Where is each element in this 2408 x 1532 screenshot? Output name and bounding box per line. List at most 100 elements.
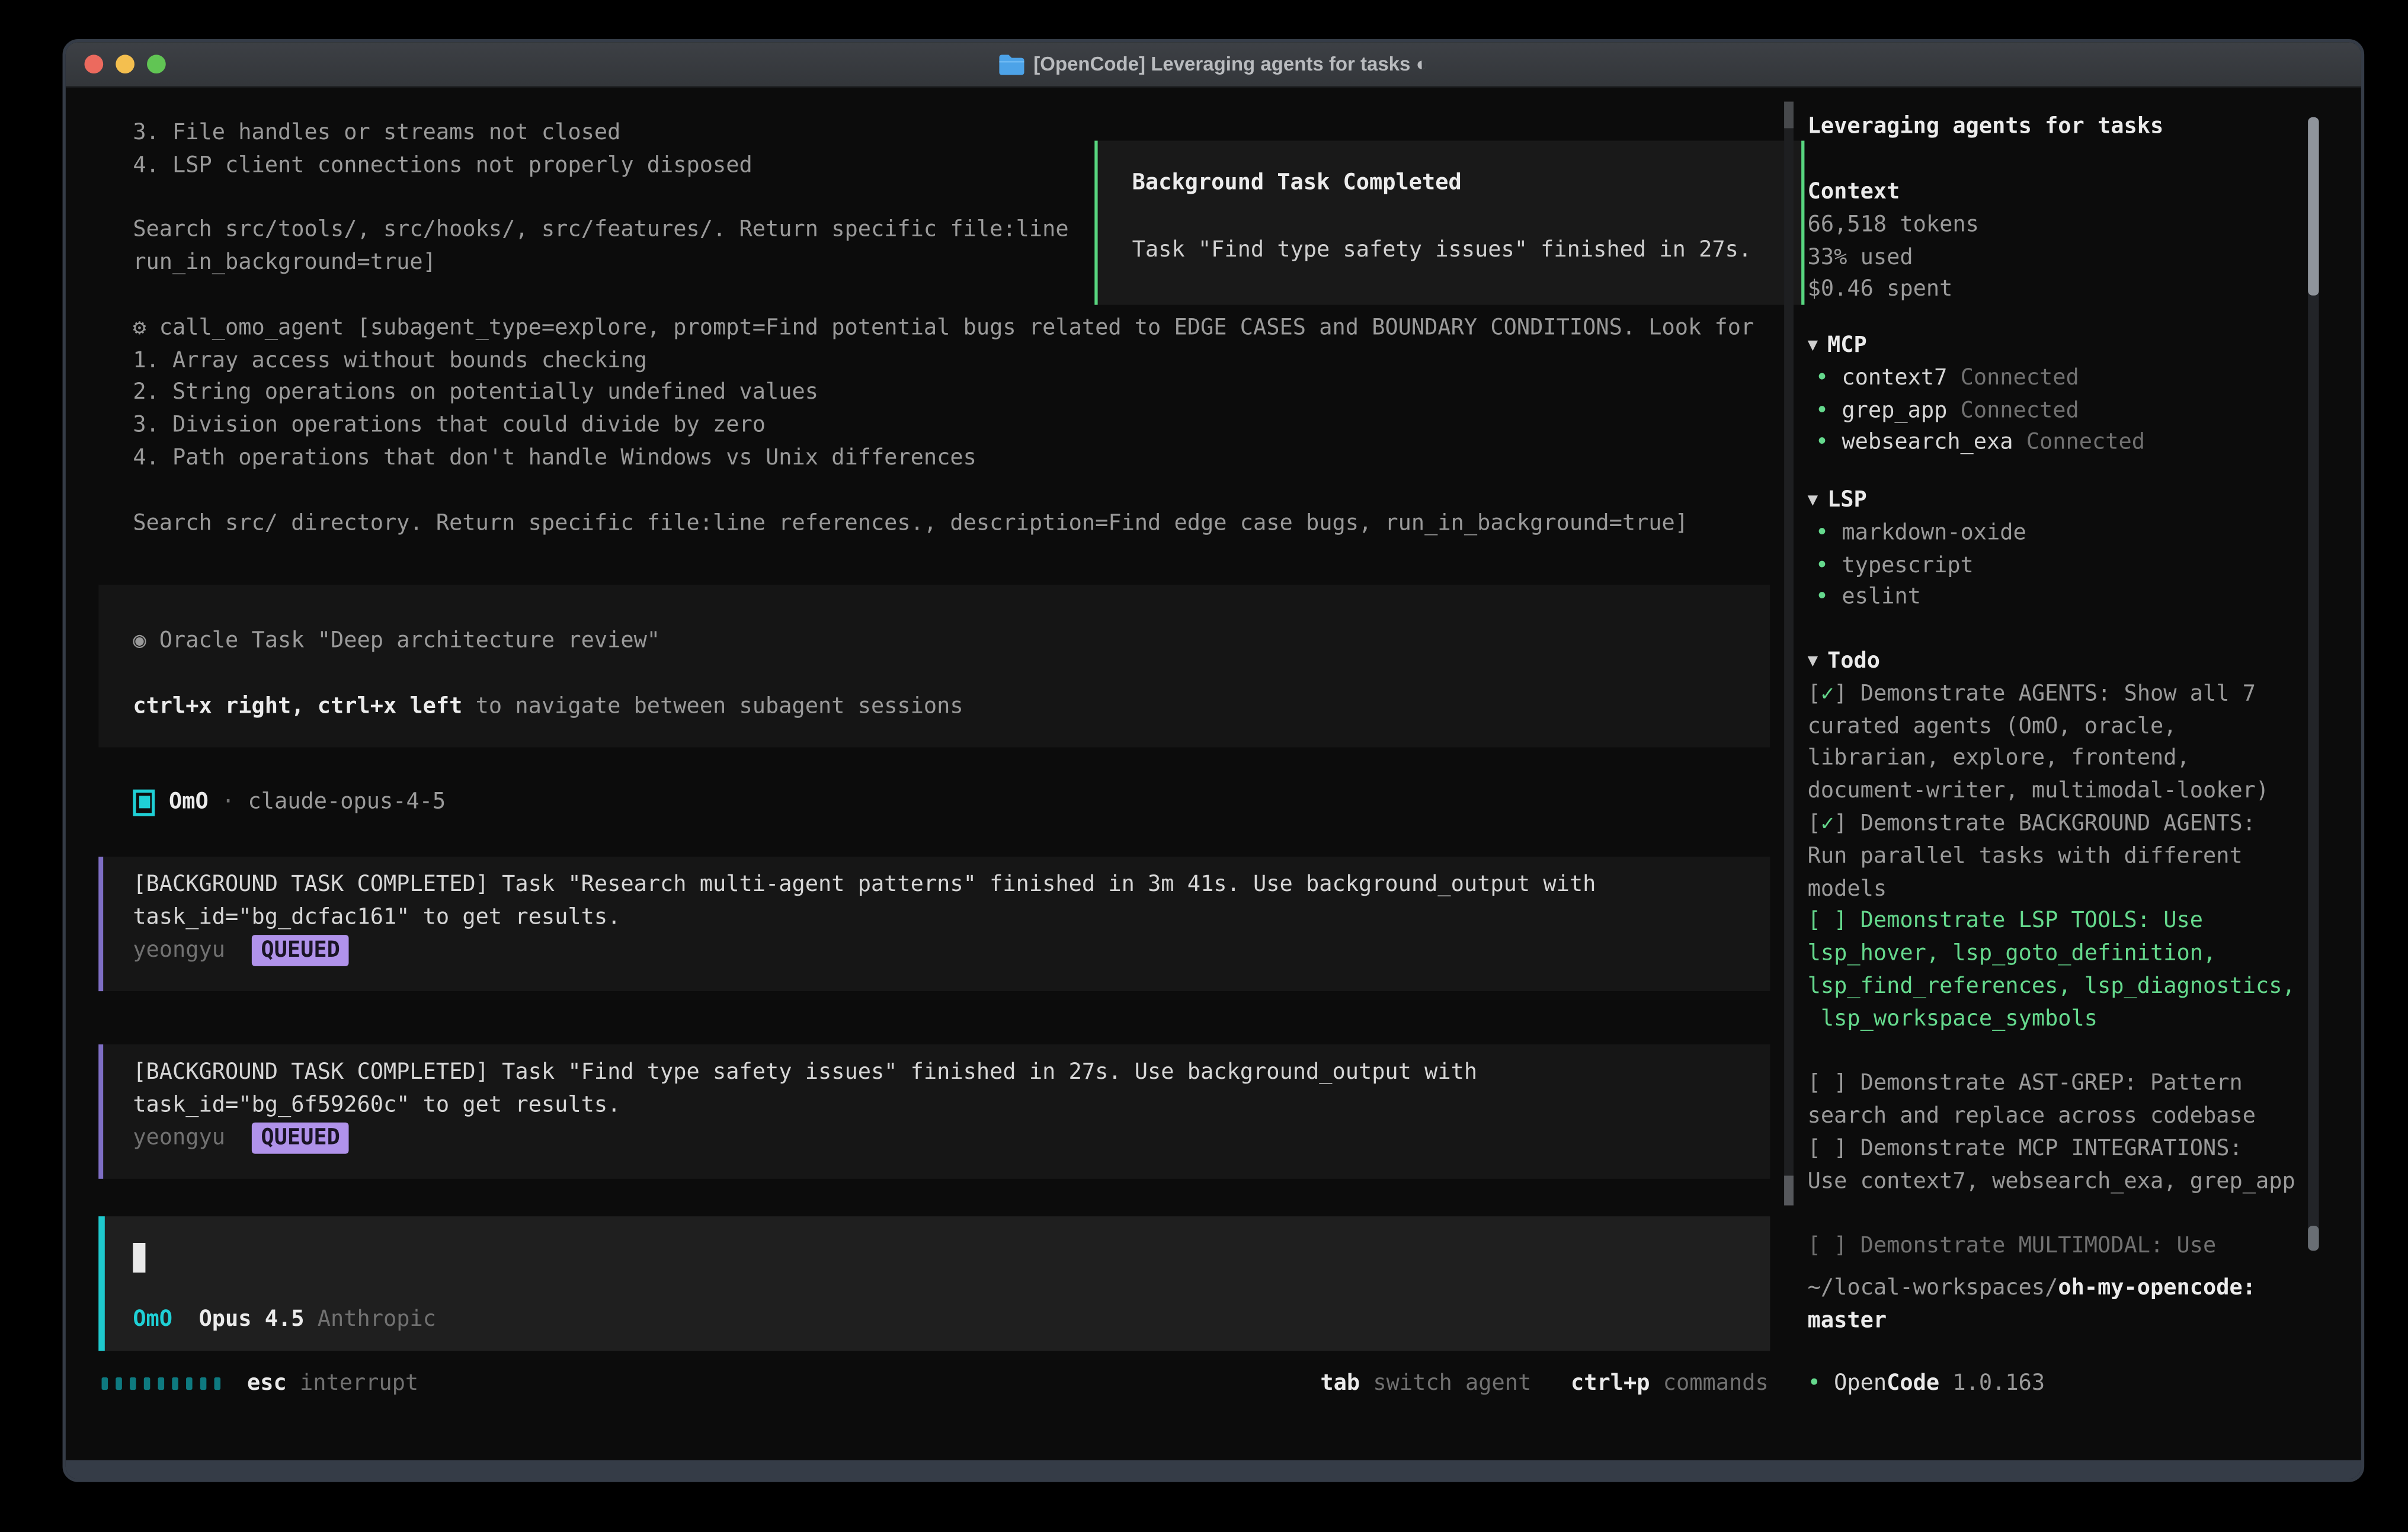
collapse-triangle-icon: ▼ (1808, 646, 1818, 678)
text-line: yeongyu QUEUED (133, 934, 1770, 967)
background-task-notification: Background Task Completed Task "Find typ… (1094, 141, 1804, 305)
text-line: lsp_hover, lsp_goto_definition, (1808, 938, 2295, 971)
text-line: [✓] Demonstrate AGENTS: Show all 7 (1808, 678, 2295, 711)
spinner-dot (116, 1378, 122, 1390)
close-window-button[interactable] (85, 55, 104, 73)
input-meta-line: OmO Opus 4.5 Anthropic (133, 1304, 436, 1337)
text-line: ◉ Oracle Task "Deep architecture review" (133, 626, 1770, 658)
text-line: tab switch agent ctrl+p commands (1320, 1368, 1768, 1400)
collapse-triangle-icon: ▼ (1808, 485, 1818, 517)
text-cursor (133, 1243, 145, 1273)
status-left: esc interrupt (102, 1368, 419, 1400)
spinner-dot (186, 1378, 193, 1390)
status-bar: esc interrupt tab switch agent ctrl+p co… (102, 1368, 1769, 1400)
background-task-message-1: [BACKGROUND TASK COMPLETED] Task "Resear… (98, 857, 1770, 991)
spinner-dot (130, 1378, 136, 1390)
text-line (1808, 1036, 2295, 1069)
busy-spinner-icon (102, 1378, 221, 1390)
text-line: OmO · claude-opus-4-5 (169, 786, 446, 819)
mcp-section-toggle[interactable]: ▼ MCP (1808, 330, 2145, 363)
spinner-dot (172, 1378, 178, 1390)
window-title-group: [OpenCode] Leveraging agents for tasks ◐ (999, 53, 1427, 75)
text-line: • typescript (1815, 550, 2026, 582)
agent-square-icon (133, 789, 155, 816)
opencode-version: • OpenCode 1.0.163 (1808, 1368, 2045, 1400)
spinner-dot (158, 1378, 165, 1390)
notification-title: Background Task Completed (1132, 167, 1801, 200)
terminal-scrollbar[interactable] (1784, 102, 1794, 1206)
text-line: 2. String operations on potentially unde… (133, 377, 1754, 410)
interrupt-hint: esc interrupt (247, 1368, 418, 1400)
session-sidebar: Leveraging agents for tasks Context 66,5… (1808, 86, 2349, 1460)
text-line: 66,518 tokens (1808, 209, 1979, 242)
text-line: [BACKGROUND TASK COMPLETED] Task "Resear… (133, 869, 1770, 902)
folder-icon (999, 54, 1024, 74)
text-line: 4. Path operations that don't handle Win… (133, 443, 1754, 475)
window-titlebar[interactable]: [OpenCode] Leveraging agents for tasks ◐ (66, 42, 2361, 88)
text-line: [ ] Demonstrate MULTIMODAL: Use (1808, 1231, 2295, 1264)
opencode-terminal-window: [OpenCode] Leveraging agents for tasks ◐… (63, 39, 2365, 1482)
text-line: [ ] Demonstrate LSP TOOLS: Use (1808, 906, 2295, 938)
text-line (1808, 1198, 2295, 1231)
todo-section-toggle[interactable]: ▼ Todo (1808, 646, 2295, 678)
sidebar-scrollbar-handle[interactable] (2308, 117, 2319, 296)
spinner-dot (102, 1378, 108, 1390)
spinner-dot (200, 1378, 207, 1390)
sidebar-scrollbar[interactable] (2308, 117, 2319, 1251)
text-line: lsp_workspace_symbols (1808, 1004, 2295, 1036)
collapse-triangle-icon: ▼ (1808, 330, 1818, 363)
zoom-window-button[interactable] (147, 55, 166, 73)
text-line: • markdown-oxide (1815, 517, 2026, 550)
context-heading: Context (1808, 177, 1900, 209)
text-line (133, 475, 1754, 508)
text-line (133, 658, 1770, 690)
text-line: master (1808, 1305, 2256, 1338)
text-line: Run parallel tasks with different (1808, 841, 2295, 873)
spinner-dot (214, 1378, 221, 1390)
text-line: Use context7, websearch_exa, grep_app (1808, 1166, 2295, 1198)
text-line: [BACKGROUND TASK COMPLETED] Task "Find t… (133, 1057, 1770, 1089)
text-line: • grep_app Connected (1815, 395, 2145, 428)
text-line: • OpenCode 1.0.163 (1808, 1368, 2045, 1400)
text-line: document-writer, multimodal-looker) (1808, 775, 2295, 808)
window-title: [OpenCode] Leveraging agents for tasks ◐ (1033, 53, 1427, 75)
text-line: 1. Array access without bounds checking (133, 345, 1754, 377)
text-line: lsp_find_references, lsp_diagnostics, (1808, 971, 2295, 1004)
text-line: models (1808, 873, 2295, 906)
agent-session-line[interactable]: OmO · claude-opus-4-5 (133, 786, 446, 819)
sidebar-scrollbar-handle-bottom[interactable] (2308, 1226, 2319, 1251)
minimize-window-button[interactable] (116, 55, 135, 73)
terminal-scrollbar-handle-bottom[interactable] (1784, 1176, 1794, 1206)
terminal-scrollbar-handle-top[interactable] (1784, 102, 1794, 129)
text-line: ~/local-workspaces/oh-my-opencode: (1808, 1273, 2256, 1305)
agent-session-label: OmO · claude-opus-4-5 (169, 786, 446, 819)
text-line: $0.46 spent (1808, 274, 1979, 307)
text-line: librarian, explore, frontend, (1808, 743, 2295, 776)
text-line: ctrl+x right, ctrl+x left to navigate be… (133, 690, 1770, 723)
text-line: curated agents (OmO, oracle, (1808, 711, 2295, 743)
mcp-heading: MCP (1827, 330, 1867, 363)
text-line: search and replace across codebase (1808, 1101, 2295, 1133)
text-line: [ ] Demonstrate MCP INTEGRATIONS: (1808, 1133, 2295, 1166)
text-line: Search src/ directory. Return specific f… (133, 508, 1754, 540)
text-line: 3. Division operations that could divide… (133, 410, 1754, 443)
lsp-server-list: • markdown-oxide• typescript• eslint (1808, 517, 2026, 615)
prompt-input[interactable]: OmO Opus 4.5 Anthropic (98, 1216, 1770, 1351)
window-bottom-edge (66, 1460, 2361, 1479)
sidebar-session-title: Leveraging agents for tasks (1808, 114, 2164, 139)
context-stats: 66,518 tokens33% used$0.46 spent (1808, 209, 1979, 307)
text-line: 33% used (1808, 242, 1979, 274)
todo-heading: Todo (1827, 646, 1880, 678)
background-task-message-2: [BACKGROUND TASK COMPLETED] Task "Find t… (98, 1044, 1770, 1179)
mcp-server-list: • context7 Connected• grep_app Connected… (1808, 363, 2145, 460)
lsp-section-toggle[interactable]: ▼ LSP (1808, 485, 2026, 517)
lsp-heading: LSP (1827, 485, 1867, 517)
todo-list: [✓] Demonstrate AGENTS: Show all 7curate… (1808, 678, 2295, 1264)
terminal-content: 3. File handles or streams not closed4. … (66, 86, 2361, 1460)
text-line: ⚙ call_omo_agent [subagent_type=explore,… (133, 312, 1754, 345)
text-line: • websearch_exa Connected (1815, 427, 2145, 460)
text-line: task_id="bg_dcfac161" to get results. (133, 902, 1770, 934)
sidebar-section-lsp: ▼ LSP • markdown-oxide• typescript• esli… (1808, 485, 2026, 615)
sidebar-section-todo: ▼ Todo [✓] Demonstrate AGENTS: Show all … (1808, 646, 2295, 1264)
text-line: yeongyu QUEUED (133, 1122, 1770, 1155)
